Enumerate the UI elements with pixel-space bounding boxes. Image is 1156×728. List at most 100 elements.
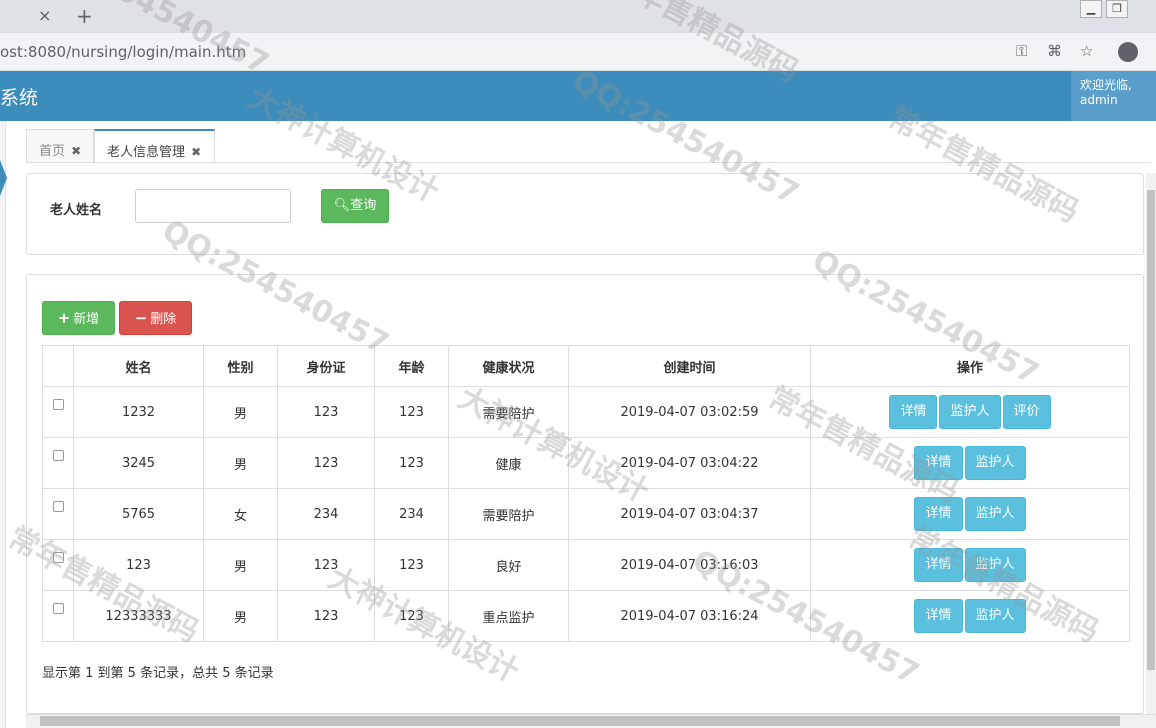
cell-name: 3245 [73, 437, 204, 489]
cell-gender: 男 [203, 437, 278, 489]
welcome-user[interactable]: 欢迎光临, admin [1071, 71, 1156, 121]
tab-elder-info[interactable]: 老人信息管理 ✖ [94, 129, 215, 163]
column-header-age: 年龄 [374, 345, 449, 387]
minimize-window-icon[interactable]: ▁ [1080, 0, 1102, 18]
minus-icon: − [134, 309, 148, 327]
select-all-header [42, 345, 74, 387]
table-row: 123 男 123 123 良好 2019-04-07 03:16:03 详情 … [42, 539, 1130, 591]
tabs-divider [26, 162, 1151, 163]
cell-health: 健康 [448, 437, 569, 489]
table-header-row: 姓名 性别 身份证 年龄 健康状况 创建时间 操作 [42, 345, 1130, 387]
cell-actions: 详情 监护人 [810, 488, 1130, 540]
elder-name-input[interactable] [135, 189, 291, 223]
browser-tabstrip: × + ▁ ❐ [0, 0, 1156, 33]
cell-age: 123 [374, 539, 449, 591]
close-tab-icon[interactable]: × [38, 6, 51, 25]
delete-button-label: 删除 [150, 312, 177, 327]
cell-id-card: 123 [277, 590, 375, 642]
cell-actions: 详情 监护人 [810, 539, 1130, 591]
guardian-button[interactable]: 监护人 [964, 446, 1026, 480]
cell-age: 234 [374, 488, 449, 540]
profile-avatar-icon[interactable] [1118, 42, 1138, 62]
cell-created: 2019-04-07 03:04:37 [568, 488, 811, 540]
restore-window-icon[interactable]: ❐ [1106, 0, 1128, 18]
table-row: 5765 女 234 234 需要陪护 2019-04-07 03:04:37 … [42, 488, 1130, 540]
column-header-health: 健康状况 [448, 345, 569, 387]
tab-elder-info-label: 老人信息管理 [107, 145, 186, 160]
column-header-gender: 性别 [203, 345, 278, 387]
row-checkbox[interactable] [52, 551, 64, 563]
cell-created: 2019-04-07 03:02:59 [568, 386, 811, 438]
cell-age: 123 [374, 437, 449, 489]
tab-home[interactable]: 首页 ✖ [26, 129, 94, 163]
cell-actions: 详情 监护人 [810, 437, 1130, 489]
new-tab-icon[interactable]: + [76, 4, 93, 28]
evaluate-button[interactable]: 评价 [1002, 395, 1051, 429]
guardian-button[interactable]: 监护人 [964, 497, 1026, 531]
cell-gender: 男 [203, 386, 278, 438]
key-icon[interactable]: ⚿ [1016, 42, 1027, 60]
row-checkbox[interactable] [52, 500, 64, 512]
row-checkbox[interactable] [52, 449, 64, 461]
list-panel: + 新增 − 删除 姓名 性别 身份证 年龄 健康状况 创建时间 操作 1232… [26, 274, 1144, 714]
sidebar-edge [0, 121, 6, 728]
guardian-button[interactable]: 监护人 [939, 395, 1001, 429]
cell-age: 123 [374, 590, 449, 642]
detail-button[interactable]: 详情 [914, 446, 963, 480]
table-row: 12333333 男 123 123 重点监护 2019-04-07 03:16… [42, 590, 1130, 642]
sidebar-toggle-icon[interactable] [0, 160, 7, 196]
row-checkbox[interactable] [52, 602, 64, 614]
vertical-scrollbar-thumb[interactable] [1147, 190, 1155, 670]
cell-age: 123 [374, 386, 449, 438]
app-header: 系统 欢迎光临, admin [0, 71, 1156, 121]
close-icon[interactable]: ✖ [71, 144, 81, 158]
cell-id-card: 123 [277, 437, 375, 489]
cell-name: 123 [73, 539, 204, 591]
add-button[interactable]: + 新增 [42, 301, 115, 335]
search-button-label: 查询 [350, 198, 377, 213]
row-checkbox[interactable] [52, 398, 64, 410]
detail-button[interactable]: 详情 [914, 497, 963, 531]
delete-button[interactable]: − 删除 [119, 301, 192, 335]
cell-gender: 女 [203, 488, 278, 540]
pagination-info: 显示第 1 到第 5 条记录，总共 5 条记录 [42, 666, 274, 681]
search-panel: 老人姓名 🔍︎查询 [26, 173, 1144, 255]
cell-created: 2019-04-07 03:04:22 [568, 437, 811, 489]
detail-button[interactable]: 详情 [889, 395, 938, 429]
cell-created: 2019-04-07 03:16:24 [568, 590, 811, 642]
plus-icon: + [57, 309, 71, 327]
cell-health: 需要陪护 [448, 488, 569, 540]
table-row: 3245 男 123 123 健康 2019-04-07 03:04:22 详情… [42, 437, 1130, 489]
welcome-text: 欢迎光临, [1080, 78, 1132, 92]
translate-icon[interactable]: ⌘ [1047, 42, 1062, 60]
tab-home-label: 首页 [39, 144, 66, 159]
guardian-button[interactable]: 监护人 [964, 548, 1026, 582]
horizontal-scrollbar-thumb[interactable] [40, 716, 1120, 726]
column-header-created: 创建时间 [568, 345, 811, 387]
cell-health: 重点监护 [448, 590, 569, 642]
search-button[interactable]: 🔍︎查询 [321, 189, 389, 223]
column-header-name: 姓名 [73, 345, 204, 387]
cell-gender: 男 [203, 590, 278, 642]
address-bar: ost:8080/nursing/login/main.htm ⚿ ⌘ ☆ [0, 33, 1156, 71]
close-icon[interactable]: ✖ [191, 145, 201, 159]
search-label: 老人姓名 [50, 203, 103, 218]
detail-button[interactable]: 详情 [914, 599, 963, 633]
bookmark-star-icon[interactable]: ☆ [1080, 42, 1093, 60]
detail-button[interactable]: 详情 [914, 548, 963, 582]
add-button-label: 新增 [73, 312, 100, 327]
elder-table: 姓名 性别 身份证 年龄 健康状况 创建时间 操作 1232 男 123 123… [42, 345, 1130, 642]
cell-health: 需要陪护 [448, 386, 569, 438]
cell-name: 5765 [73, 488, 204, 540]
guardian-button[interactable]: 监护人 [964, 599, 1026, 633]
username: admin [1080, 93, 1118, 107]
cell-actions: 详情 监护人 评价 [810, 386, 1130, 438]
app-title: 系统 [0, 87, 39, 109]
cell-id-card: 123 [277, 386, 375, 438]
search-icon: 🔍︎ [333, 198, 351, 213]
url-field[interactable]: ost:8080/nursing/login/main.htm [0, 43, 246, 61]
column-header-actions: 操作 [810, 345, 1130, 387]
cell-actions: 详情 监护人 [810, 590, 1130, 642]
cell-name: 1232 [73, 386, 204, 438]
cell-name: 12333333 [73, 590, 204, 642]
